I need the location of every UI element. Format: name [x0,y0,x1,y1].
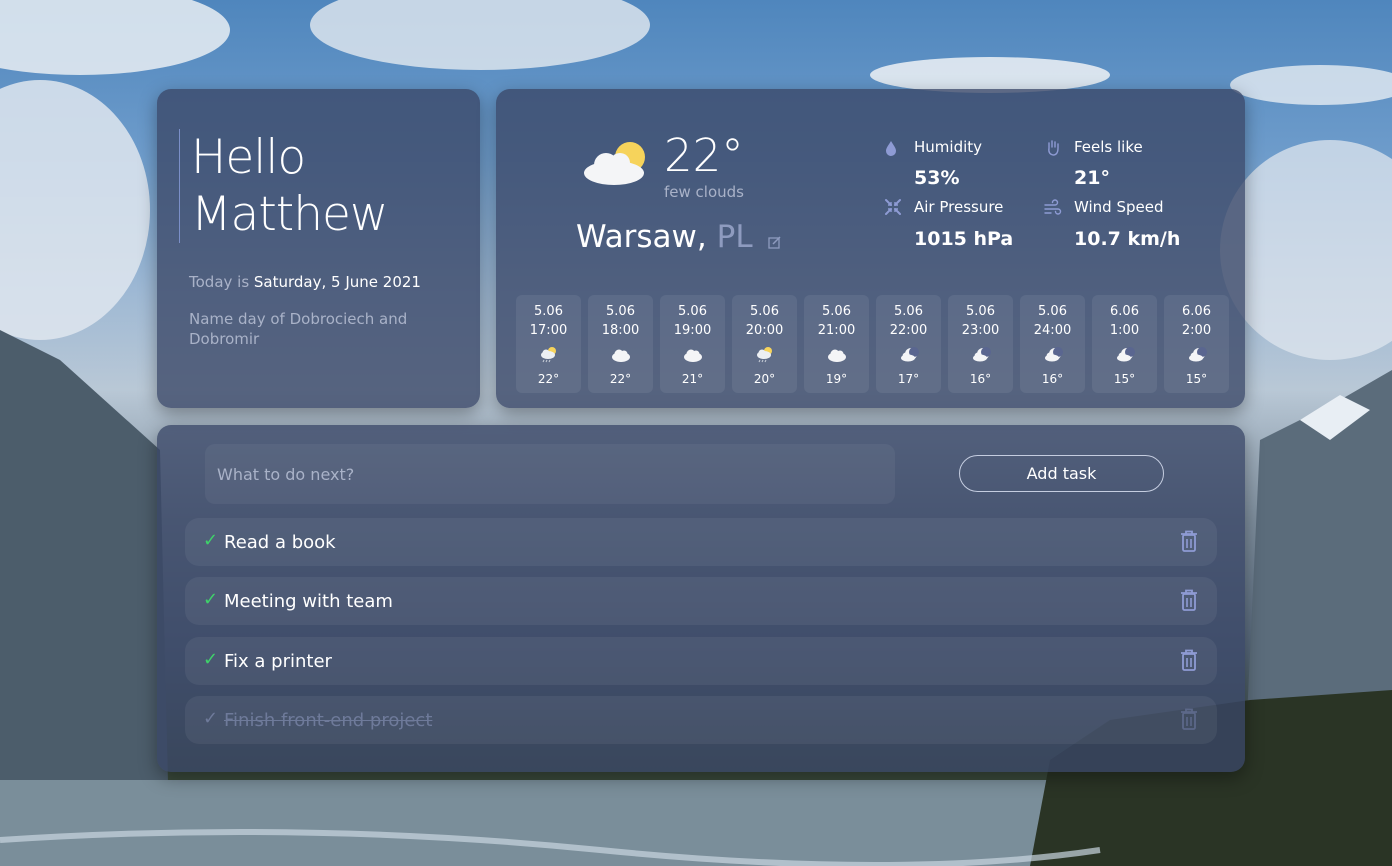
hello-text: Hello [191,130,306,185]
cloud-icon [804,340,869,370]
forecast-time: 17:00 [529,323,568,338]
moon-cloud-icon [1164,340,1229,370]
forecast-date: 5.06 [1038,304,1067,319]
task-label: Meeting with team [224,591,393,612]
check-icon[interactable]: ✓ [203,589,218,610]
forecast-time: 18:00 [601,323,640,338]
cloud-icon [660,340,725,370]
weather-description: few clouds [664,183,744,201]
add-task-button[interactable]: Add task [959,455,1164,492]
wind-speed-label: Wind Speed [1074,198,1164,216]
trash-icon[interactable] [1178,588,1200,616]
forecast-date: 5.06 [822,304,851,319]
forecast-hour: 5.06 22:00 17° [876,295,941,393]
task-item[interactable]: ✓ Read a book [185,518,1217,566]
forecast-time: 20:00 [745,323,784,338]
today-date: Saturday, 5 June 2021 [253,273,421,291]
greeting-heading: Hello Matthew [179,129,388,243]
air-pressure-value: 1015 hPa [914,228,1014,250]
forecast-temp: 22° [609,372,632,386]
location: Warsaw, PL [576,219,782,257]
greeting-card: Hello Matthew Today is Saturday, 5 June … [157,89,480,408]
forecast-temp: 16° [969,372,992,386]
feels-like-label: Feels like [1074,138,1143,156]
humidity-icon [886,141,896,156]
forecast-hour: 5.06 20:00 20° [732,295,797,393]
task-label: Read a book [224,532,336,553]
humidity-label: Humidity [914,138,983,156]
feels-like-value: 21° [1074,167,1110,189]
trash-icon[interactable] [1178,529,1200,557]
forecast-hour: 5.06 17:00 22° [516,295,581,393]
hand-icon [1048,140,1059,156]
forecast-hour: 5.06 21:00 19° [804,295,869,393]
pressure-icon [885,199,901,215]
check-icon[interactable]: ✓ [203,708,218,729]
user-name: Matthew [191,187,388,242]
forecast-temp: 15° [1113,372,1136,386]
check-icon[interactable]: ✓ [203,530,218,551]
forecast-hour: 6.06 1:00 15° [1092,295,1157,393]
weather-card: 22° few clouds Warsaw, PL Humidity 53% F… [496,89,1245,408]
humidity-value: 53% [914,167,960,189]
task-item[interactable]: ✓ Meeting with team [185,577,1217,625]
task-input[interactable] [205,444,895,504]
sun-rain-icon [732,340,797,370]
forecast-temp: 19° [825,372,848,386]
todo-card: Add task ✓Read a book✓Meeting with team✓… [157,425,1245,772]
forecast-temp: 21° [681,372,704,386]
forecast-temp: 16° [1041,372,1064,386]
forecast-date: 6.06 [1110,304,1139,319]
edit-location-icon[interactable] [768,221,782,257]
wind-speed-value: 10.7 km/h [1074,228,1181,250]
forecast-date: 5.06 [966,304,995,319]
forecast-hour: 5.06 24:00 16° [1020,295,1085,393]
air-pressure-label: Air Pressure [914,198,1004,216]
forecast-time: 23:00 [961,323,1000,338]
forecast-date: 5.06 [678,304,707,319]
moon-cloud-icon [1020,340,1085,370]
trash-icon[interactable] [1178,648,1200,676]
nameday-text: Name day of Dobrociech and Dobromir [189,310,408,348]
forecast-hour: 5.06 18:00 22° [588,295,653,393]
moon-cloud-icon [1092,340,1157,370]
task-item[interactable]: ✓ Fix a printer [185,637,1217,685]
today-prefix: Today is [189,273,254,291]
forecast-time: 22:00 [889,323,928,338]
forecast-time: 1:00 [1109,323,1140,338]
wind-icon [1044,199,1062,215]
cloud-icon [588,340,653,370]
trash-icon[interactable] [1178,707,1200,735]
forecast-date: 6.06 [1182,304,1211,319]
moon-cloud-icon [876,340,941,370]
today-line: Today is Saturday, 5 June 2021 [189,273,421,291]
country-code: PL [716,219,753,255]
current-temperature: 22° [664,129,744,182]
check-icon[interactable]: ✓ [203,649,218,670]
forecast-date: 5.06 [606,304,635,319]
forecast-date: 5.06 [534,304,563,319]
forecast-hour: 6.06 2:00 15° [1164,295,1229,393]
sun-rain-icon [516,340,581,370]
forecast-temp: 20° [753,372,776,386]
forecast-time: 24:00 [1033,323,1072,338]
forecast-time: 19:00 [673,323,712,338]
few-clouds-icon [584,142,645,185]
forecast-hour: 5.06 19:00 21° [660,295,725,393]
moon-cloud-icon [948,340,1013,370]
task-label: Fix a printer [224,651,332,672]
task-item[interactable]: ✓ Finish front-end project [185,696,1217,744]
forecast-time: 2:00 [1181,323,1212,338]
forecast-temp: 22° [537,372,560,386]
forecast-date: 5.06 [894,304,923,319]
city-name: Warsaw, [576,219,707,255]
forecast-date: 5.06 [750,304,779,319]
forecast-temp: 17° [897,372,920,386]
forecast-hour: 5.06 23:00 16° [948,295,1013,393]
forecast-time: 21:00 [817,323,856,338]
forecast-temp: 15° [1185,372,1208,386]
hourly-forecast: 5.06 17:00 22° 5.06 18:00 22° 5.06 19:00 21° 5.06… [516,295,1229,393]
task-label: Finish front-end project [224,710,433,731]
